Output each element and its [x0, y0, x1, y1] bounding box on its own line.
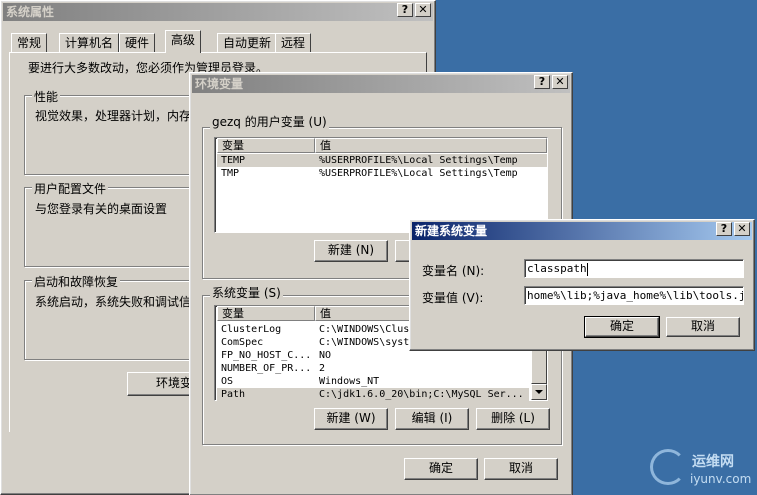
table-row[interactable]: TEMP %USERPROFILE%\Local Settings\Temp — [217, 154, 547, 167]
user-profiles-group-label: 用户配置文件 — [32, 180, 109, 197]
variable-name-input[interactable]: classpath — [524, 259, 744, 278]
environment-variables-title: 环境变量 — [195, 77, 244, 91]
tab-hardware[interactable]: 硬件 — [119, 33, 156, 52]
watermark-text: 运维网 — [692, 454, 734, 470]
variable-name-label: 变量名 (N): — [422, 264, 485, 278]
system-edit-button[interactable]: 编辑 (I) — [395, 408, 469, 430]
startup-recovery-description: 系统启动，系统失败和调试信 — [35, 295, 192, 309]
performance-group-label: 性能 — [32, 88, 61, 105]
help-button[interactable]: ? — [716, 222, 732, 236]
tab-computer-name[interactable]: 计算机名 — [59, 33, 120, 52]
new-system-variable-title: 新建系统变量 — [415, 224, 488, 238]
variable-value: %USERPROFILE%\Local Settings\Temp — [319, 168, 518, 179]
help-button[interactable]: ? — [397, 3, 413, 17]
swirl-icon — [650, 449, 686, 485]
tab-automatic-updates[interactable]: 自动更新 — [217, 33, 278, 52]
environment-variables-button-label: 环境变 — [156, 376, 193, 390]
variable-value: C:\jdk1.6.0_20\bin;C:\MySQL Ser... — [319, 389, 524, 400]
table-row[interactable]: TMP %USERPROFILE%\Local Settings\Temp — [217, 167, 547, 180]
variable-name: TMP — [221, 168, 240, 179]
performance-description: 视觉效果，处理器计划，内存 — [35, 109, 192, 123]
scroll-down-button[interactable] — [531, 384, 547, 400]
ok-button[interactable]: 确定 — [584, 316, 660, 338]
environment-variables-titlebar: 环境变量 — [192, 75, 570, 93]
variable-name-input-value: classpath — [527, 262, 587, 275]
close-button[interactable]: ✕ — [415, 3, 431, 17]
variable-name: ComSpec — [221, 337, 264, 348]
variable-name: ClusterLog — [221, 324, 282, 335]
tab-advanced[interactable]: 高级 — [165, 30, 202, 53]
arrow-down-icon — [535, 390, 543, 394]
variable-value-label: 变量值 (V): — [422, 291, 484, 305]
new-system-variable-titlebar: 新建系统变量 — [412, 222, 752, 240]
table-row[interactable]: OS Windows_NT — [217, 375, 529, 388]
table-row[interactable]: Path C:\jdk1.6.0_20\bin;C:\MySQL Ser... — [217, 388, 529, 401]
column-header-variable[interactable]: 变量 — [217, 138, 315, 153]
user-profiles-description: 与您登录有关的桌面设置 — [35, 202, 168, 216]
variable-name: Path — [221, 389, 246, 400]
cancel-button[interactable]: 取消 — [666, 317, 740, 337]
system-delete-button[interactable]: 删除 (L) — [476, 408, 550, 430]
system-properties-title: 系统属性 — [6, 5, 55, 19]
column-header-value[interactable]: 值 — [315, 138, 547, 153]
close-button[interactable]: ✕ — [734, 222, 750, 236]
variable-value: %USERPROFILE%\Local Settings\Temp — [319, 155, 518, 166]
system-properties-titlebar: 系统属性 — [3, 3, 433, 21]
help-button[interactable]: ? — [534, 75, 550, 89]
variable-value-input[interactable]: home%\lib;%java_home%\lib\tools.jar — [524, 286, 744, 305]
user-new-button[interactable]: 新建 (N) — [314, 240, 388, 262]
system-new-button[interactable]: 新建 (W) — [314, 408, 388, 430]
watermark-logo: 运维网 iyunv.com — [646, 445, 754, 493]
startup-recovery-group-label: 启动和故障恢复 — [32, 273, 121, 290]
tab-remote[interactable]: 远程 — [275, 33, 312, 52]
variable-name: OS — [221, 376, 234, 387]
variable-value: 2 — [319, 363, 326, 374]
table-row[interactable]: NUMBER_OF_PR... 2 — [217, 362, 529, 375]
variable-name: TEMP — [221, 155, 246, 166]
ok-button[interactable]: 确定 — [404, 458, 478, 480]
variable-value: Windows_NT — [319, 376, 380, 387]
system-variables-group-label: 系统变量 (S) — [210, 284, 283, 301]
close-button[interactable]: ✕ — [552, 75, 568, 89]
tab-general[interactable]: 常规 — [11, 33, 48, 52]
new-system-variable-dialog: 新建系统变量 ? ✕ 变量名 (N): classpath 变量值 (V): h… — [409, 219, 755, 351]
variable-value-input-value: home%\lib;%java_home%\lib\tools.jar — [527, 289, 744, 302]
variable-name: FP_NO_HOST_C... — [221, 350, 312, 361]
column-header-variable[interactable]: 变量 — [217, 306, 315, 321]
watermark-url: iyunv.com — [690, 472, 752, 486]
user-variables-group-label: gezq 的用户变量 (U) — [210, 113, 329, 130]
text-cursor — [586, 262, 588, 276]
variable-name: NUMBER_OF_PR... — [221, 363, 312, 374]
cancel-button[interactable]: 取消 — [484, 458, 558, 480]
